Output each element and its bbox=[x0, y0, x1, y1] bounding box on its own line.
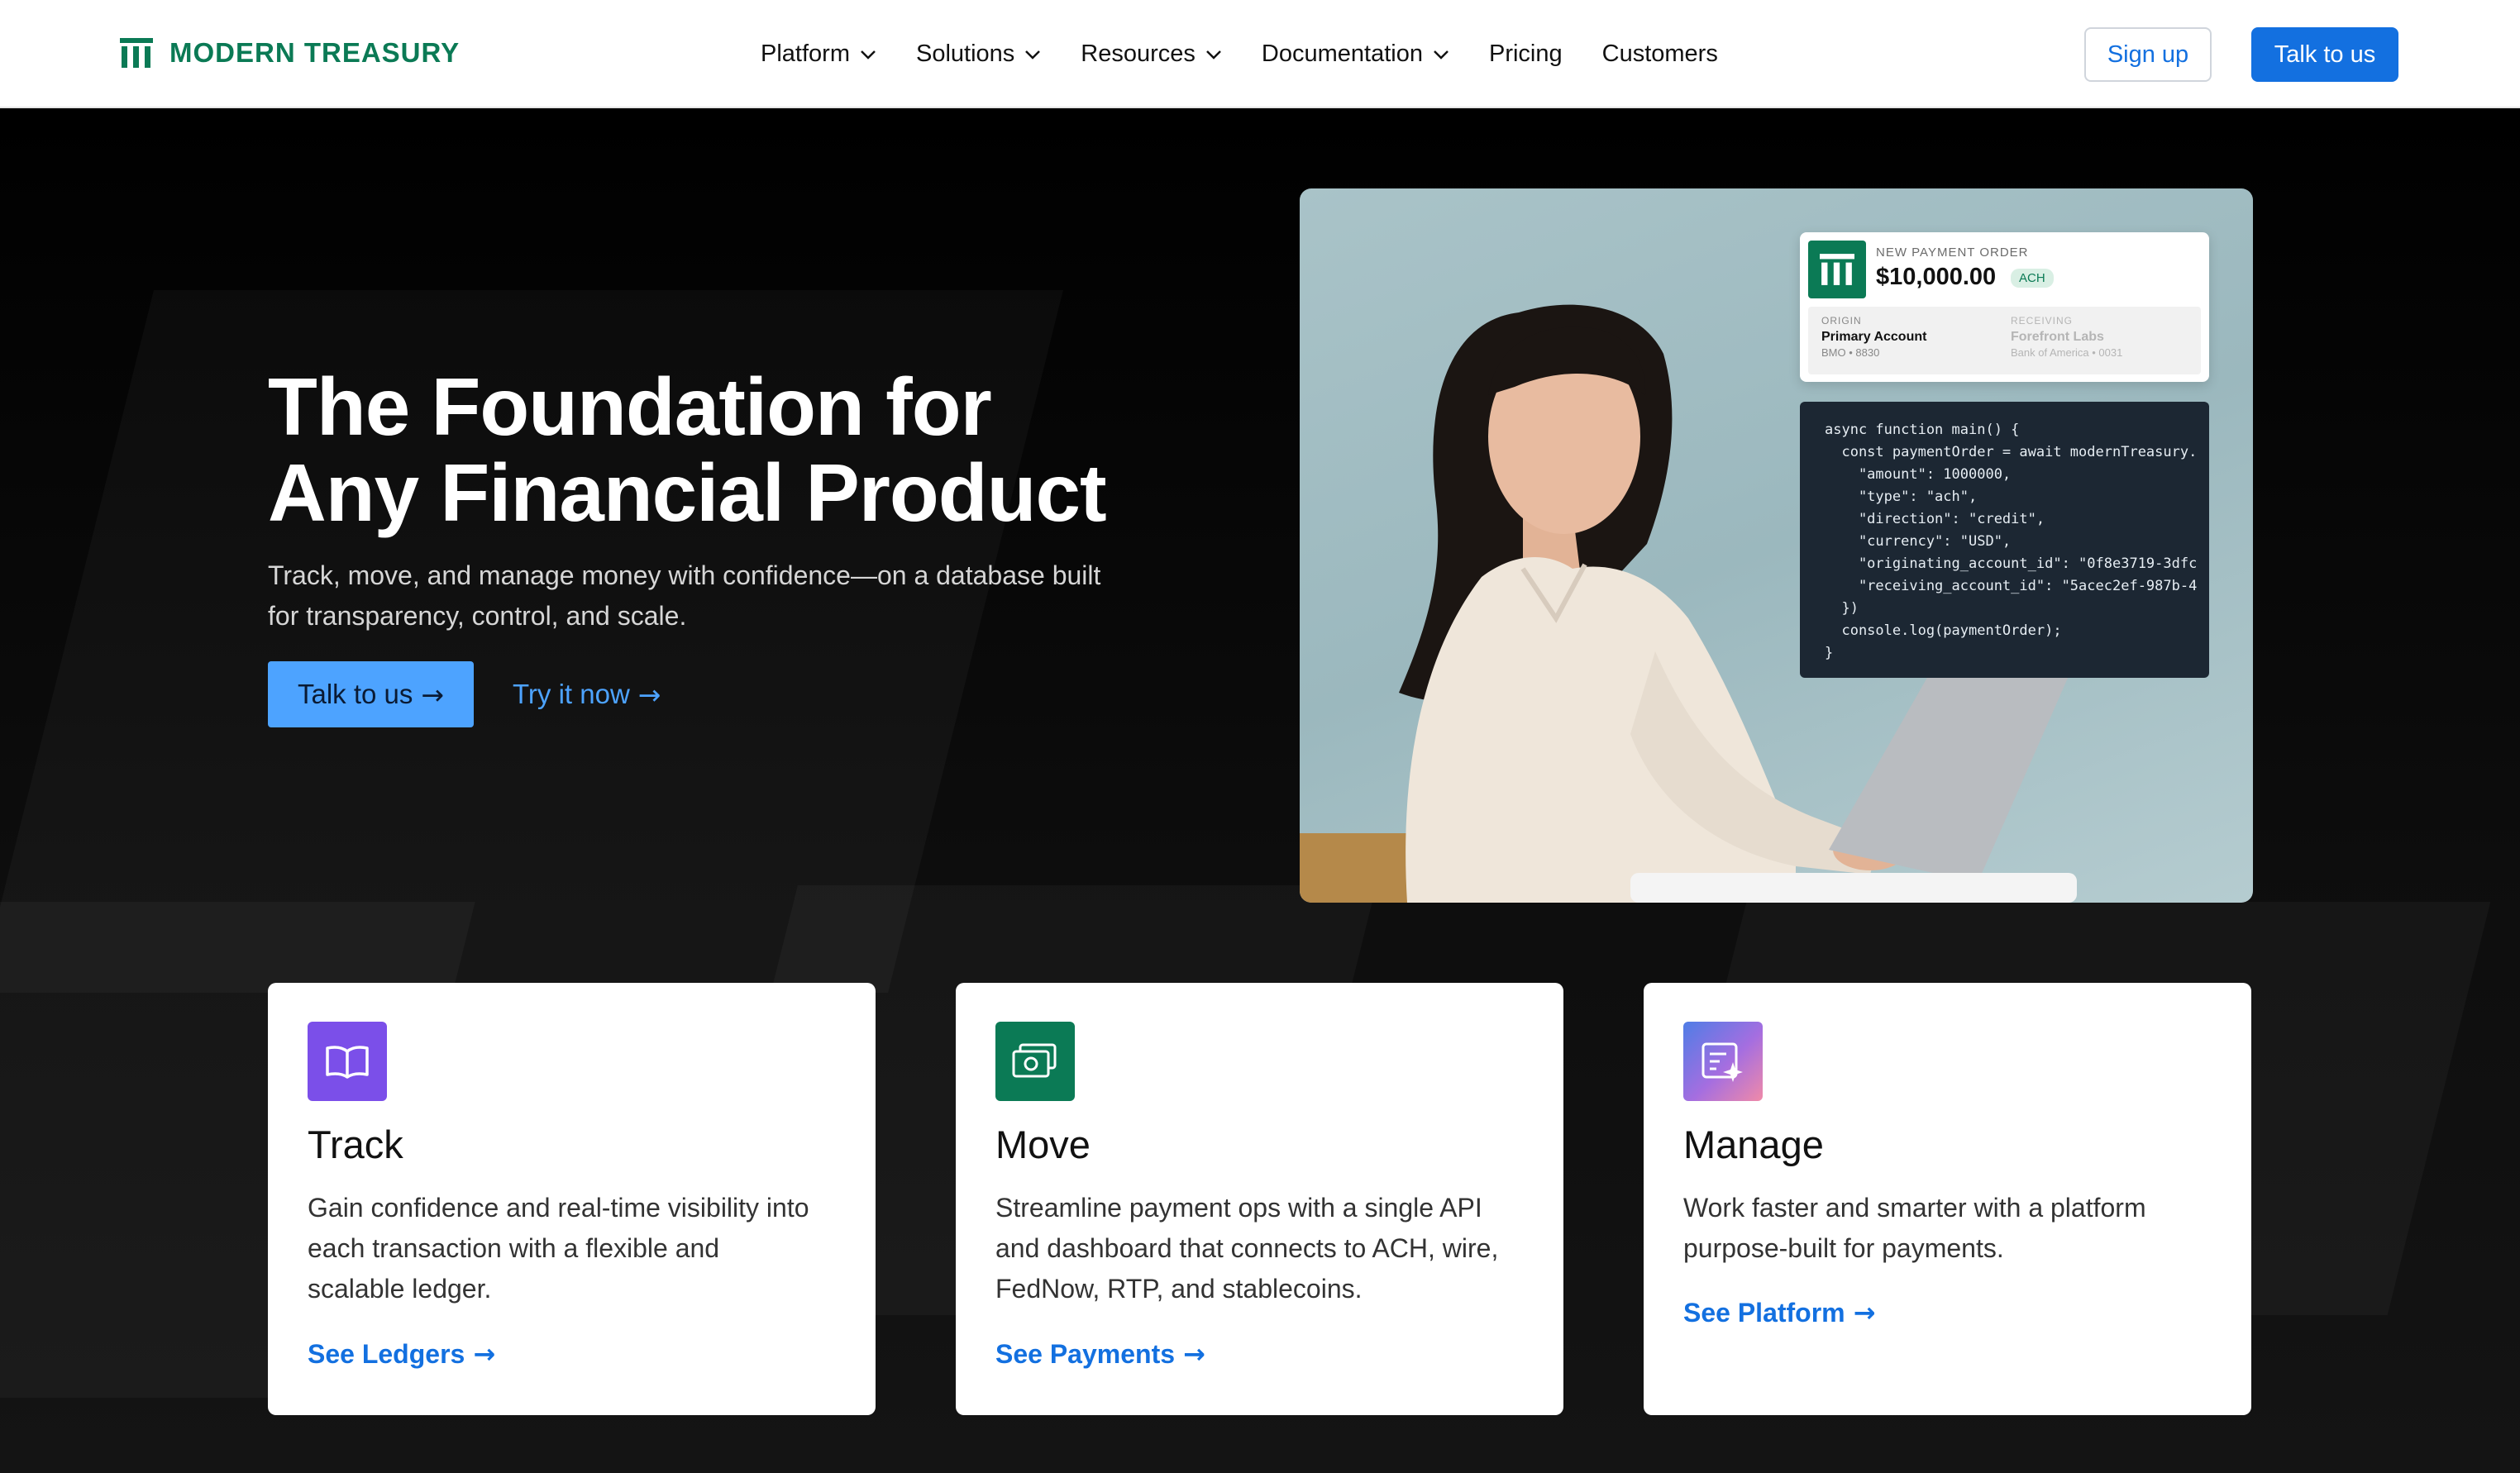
arrow-right-icon: → bbox=[473, 1338, 496, 1370]
code-snippet: async function main() { const paymentOrd… bbox=[1800, 402, 2209, 678]
origin-account: ORIGIN Primary Account BMO • 8830 bbox=[1821, 315, 1926, 359]
nav-platform[interactable]: Platform bbox=[761, 41, 876, 68]
code-line: console.log(paymentOrder); bbox=[1825, 622, 2062, 639]
nav-platform-label: Platform bbox=[761, 41, 850, 67]
see-ledgers-label: See Ledgers bbox=[308, 1338, 465, 1369]
money-icon bbox=[995, 1022, 1075, 1101]
modern-treasury-logo-icon bbox=[1808, 241, 1866, 298]
talk-to-us-hero-button[interactable]: Talk to us → bbox=[268, 661, 474, 727]
chevron-down-icon bbox=[861, 50, 876, 60]
arrow-right-icon: → bbox=[1853, 1297, 1876, 1328]
try-it-now-label: Try it now bbox=[513, 679, 630, 709]
nav-solutions[interactable]: Solutions bbox=[916, 41, 1041, 68]
card-description: Work faster and smarter with a platform … bbox=[1683, 1193, 2146, 1263]
card-description: Streamline payment ops with a single API… bbox=[995, 1193, 1499, 1304]
logo[interactable]: MODERN TREASURY bbox=[120, 36, 460, 69]
top-nav: MODERN TREASURY Platform Solutions Resou… bbox=[0, 0, 2520, 108]
code-line: "originating_account_id": "0f8e3719-3dfc bbox=[1825, 555, 2198, 572]
sparkle-doc-icon bbox=[1683, 1022, 1763, 1101]
card-title: Manage bbox=[1683, 1123, 1824, 1166]
talk-to-us-nav-button[interactable]: Talk to us bbox=[2251, 27, 2398, 82]
nav-pricing[interactable]: Pricing bbox=[1489, 41, 1563, 68]
logo-mark-icon bbox=[120, 38, 153, 68]
nav-customers-label: Customers bbox=[1601, 41, 1718, 67]
card-description: Gain confidence and real-time visibility… bbox=[308, 1193, 809, 1304]
code-line: async function main() { bbox=[1825, 422, 2020, 438]
talk-to-us-label: Talk to us bbox=[297, 679, 413, 709]
receiving-key: RECEIVING bbox=[2011, 315, 2074, 327]
code-line: "currency": "USD", bbox=[1825, 533, 2012, 550]
code-line: } bbox=[1825, 645, 1834, 661]
receiving-value: Forefront Labs bbox=[2011, 330, 2104, 344]
see-platform-label: See Platform bbox=[1683, 1297, 1845, 1328]
payment-type-badge: ACH bbox=[2011, 269, 2054, 288]
nav-resources-label: Resources bbox=[1081, 41, 1196, 67]
hero-title: The Foundation for Any Financial Product bbox=[268, 361, 1107, 538]
card-manage: Manage Work faster and smarter with a pl… bbox=[1644, 983, 2251, 1415]
nav-customers[interactable]: Customers bbox=[1602, 41, 1718, 68]
arrow-right-icon: → bbox=[1183, 1338, 1205, 1370]
code-line: const paymentOrder = await modernTreasur… bbox=[1825, 444, 2198, 460]
chevron-down-icon bbox=[1206, 50, 1221, 60]
arrow-right-icon: → bbox=[637, 678, 661, 711]
nav-solutions-label: Solutions bbox=[915, 41, 1015, 67]
see-ledgers-link[interactable]: See Ledgers → bbox=[308, 1338, 495, 1370]
card-move: Move Streamline payment ops with a singl… bbox=[956, 983, 1563, 1415]
hero-image: NEW PAYMENT ORDER $10,000.00 ACH ORIGIN … bbox=[1300, 188, 2253, 903]
sign-up-button[interactable]: Sign up bbox=[2084, 27, 2212, 82]
nav-documentation-label: Documentation bbox=[1261, 41, 1423, 67]
code-line: }) bbox=[1825, 600, 1859, 617]
hero-subtitle: Track, move, and manage money with confi… bbox=[268, 560, 1101, 631]
nav-links: Platform Solutions Resources Documentati… bbox=[761, 0, 1718, 108]
card-title: Move bbox=[995, 1123, 1091, 1166]
nav-pricing-label: Pricing bbox=[1488, 41, 1563, 67]
payment-order-label: NEW PAYMENT ORDER bbox=[1876, 246, 2029, 260]
code-line: "type": "ach", bbox=[1825, 489, 1978, 505]
hero-title-line1: The Foundation for bbox=[268, 361, 992, 452]
hero-title-line2: Any Financial Product bbox=[268, 447, 1107, 538]
origin-key: ORIGIN bbox=[1821, 315, 1862, 327]
receiving-detail: Bank of America • 0031 bbox=[2011, 346, 2123, 359]
chevron-down-icon bbox=[1434, 50, 1449, 60]
chevron-down-icon bbox=[1025, 50, 1041, 60]
nav-documentation[interactable]: Documentation bbox=[1262, 41, 1449, 68]
origin-value: Primary Account bbox=[1821, 330, 1927, 344]
see-payments-label: See Payments bbox=[995, 1338, 1176, 1369]
nav-resources[interactable]: Resources bbox=[1081, 41, 1222, 68]
payment-accounts: ORIGIN Primary Account BMO • 8830 RECEIV… bbox=[1808, 307, 2201, 374]
origin-detail: BMO • 8830 bbox=[1821, 346, 1880, 359]
code-line: "amount": 1000000, bbox=[1825, 466, 2012, 483]
card-title: Track bbox=[308, 1123, 403, 1166]
try-it-now-link[interactable]: Try it now → bbox=[513, 661, 661, 727]
code-line: "receiving_account_id": "5acec2ef-987b-4 bbox=[1825, 578, 2198, 594]
arrow-right-icon: → bbox=[421, 678, 445, 711]
logo-text: MODERN TREASURY bbox=[169, 37, 461, 68]
code-line: "direction": "credit", bbox=[1825, 511, 2045, 527]
receiving-account: RECEIVING Forefront Labs Bank of America… bbox=[2011, 315, 2122, 359]
payment-order-card: NEW PAYMENT ORDER $10,000.00 ACH ORIGIN … bbox=[1800, 232, 2209, 382]
payment-amount: $10,000.00 bbox=[1876, 264, 1997, 290]
book-icon bbox=[308, 1022, 387, 1101]
see-payments-link[interactable]: See Payments → bbox=[995, 1338, 1205, 1370]
card-track: Track Gain confidence and real-time visi… bbox=[268, 983, 876, 1415]
see-platform-link[interactable]: See Platform → bbox=[1683, 1297, 1875, 1328]
